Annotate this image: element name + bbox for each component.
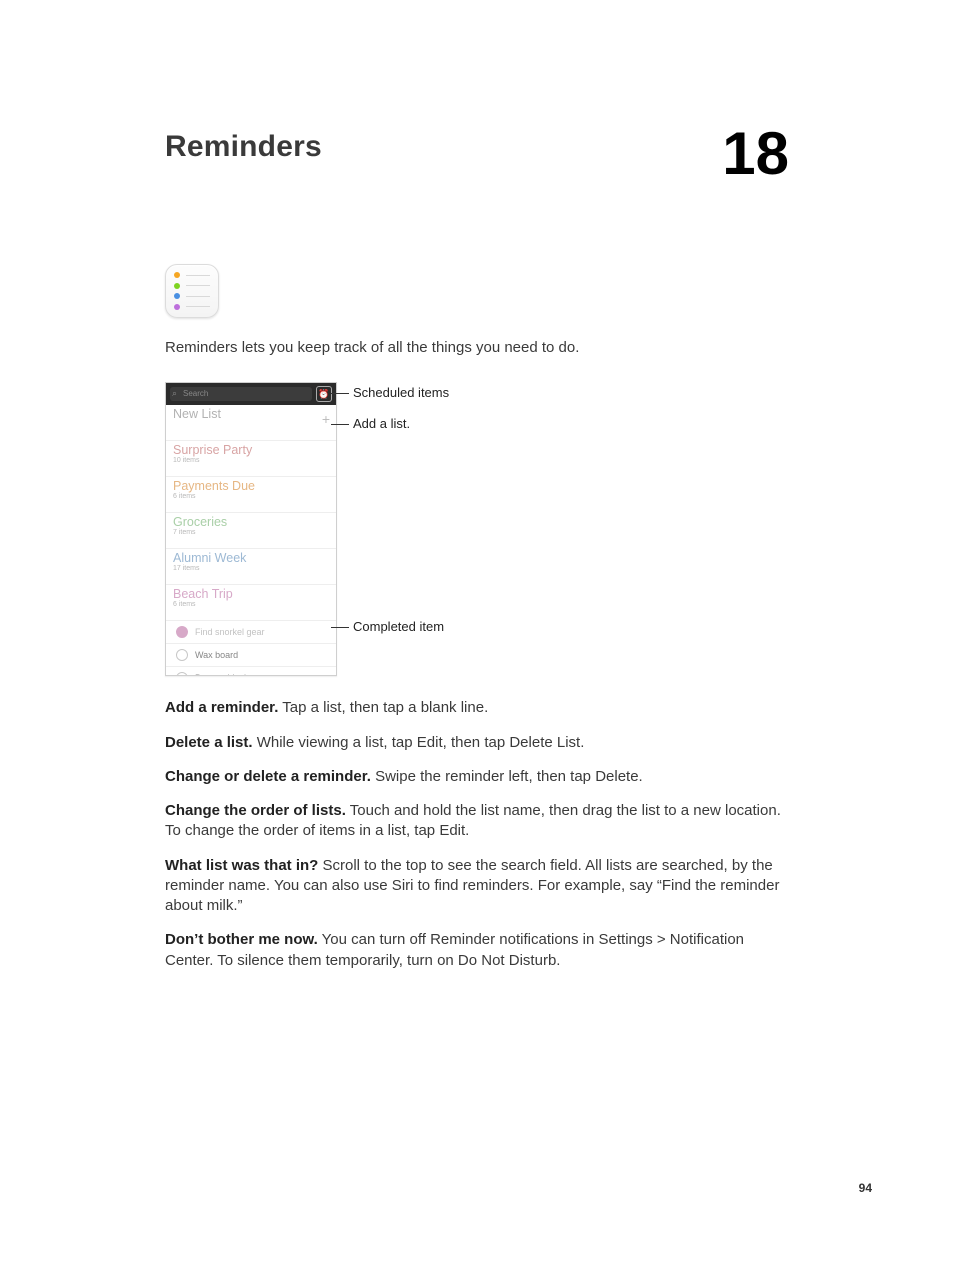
list-count: 17 items xyxy=(173,565,329,573)
screenshot-topbar: Search ⏰ xyxy=(166,383,336,405)
list-row[interactable]: Beach Trip 6 items xyxy=(166,585,336,621)
reminder-item[interactable]: Find snorkel gear xyxy=(166,621,336,644)
list-count: 6 items xyxy=(173,601,329,609)
callout-completed: Completed item xyxy=(353,619,444,634)
clock-icon: ⏰ xyxy=(318,389,329,400)
search-placeholder: Search xyxy=(183,389,208,398)
search-field[interactable]: Search xyxy=(170,387,312,401)
scheduled-button[interactable]: ⏰ xyxy=(316,386,332,402)
list-count: 7 items xyxy=(173,529,329,537)
chapter-heading: Reminders 18 xyxy=(165,130,789,184)
reminders-app-icon xyxy=(165,264,219,318)
checkbox-icon[interactable] xyxy=(176,626,188,638)
reminder-item[interactable]: Wax board xyxy=(166,644,336,667)
new-list-row[interactable]: New List + xyxy=(166,405,336,441)
reminders-screenshot: Search ⏰ New List + Surprise Party 10 it… xyxy=(165,382,337,676)
plus-icon[interactable]: + xyxy=(322,411,330,427)
paragraph: Don’t bother me now. You can turn off Re… xyxy=(165,930,789,971)
new-list-label: New List xyxy=(173,408,329,421)
list-name: Surprise Party xyxy=(173,444,329,457)
checkbox-icon[interactable] xyxy=(176,649,188,661)
paragraph: Add a reminder. Tap a list, then tap a b… xyxy=(165,698,789,718)
figure-area: Search ⏰ New List + Surprise Party 10 it… xyxy=(165,382,789,682)
callout-scheduled: Scheduled items xyxy=(353,385,449,400)
callout-add-list: Add a list. xyxy=(353,416,410,431)
reminder-label: Wax board xyxy=(195,650,238,660)
paragraphs.p3: Change or delete a reminder. Swipe the r… xyxy=(165,767,789,787)
list-name: Payments Due xyxy=(173,480,329,493)
paragraph: Delete a list. While viewing a list, tap… xyxy=(165,733,789,753)
list-row[interactable]: Alumni Week 17 items xyxy=(166,549,336,585)
list-count: 6 items xyxy=(173,493,329,501)
list-name: Beach Trip xyxy=(173,588,329,601)
intro-text: Reminders lets you keep track of all the… xyxy=(165,338,789,358)
list-name: Alumni Week xyxy=(173,552,329,565)
list-count: 10 items xyxy=(173,457,329,465)
reminder-label: Buy sunblock xyxy=(195,673,249,676)
list-name: Groceries xyxy=(173,516,329,529)
reminder-label: Find snorkel gear xyxy=(195,627,265,637)
page-number: 94 xyxy=(859,1181,872,1195)
list-row[interactable]: Surprise Party 10 items xyxy=(166,441,336,477)
chapter-number: 18 xyxy=(722,124,789,184)
chapter-title: Reminders xyxy=(165,130,322,164)
paragraph: What list was that in? Scroll to the top… xyxy=(165,856,789,917)
manual-page: Reminders 18 Reminders lets you keep tra… xyxy=(0,0,954,1265)
checkbox-icon[interactable] xyxy=(176,672,188,676)
reminder-item[interactable]: Buy sunblock xyxy=(166,667,336,676)
paragraph: Change the order of lists. Touch and hol… xyxy=(165,801,789,842)
body-text: Add a reminder. Tap a list, then tap a b… xyxy=(165,698,789,971)
list-row[interactable]: Groceries 7 items xyxy=(166,513,336,549)
list-row[interactable]: Payments Due 6 items xyxy=(166,477,336,513)
